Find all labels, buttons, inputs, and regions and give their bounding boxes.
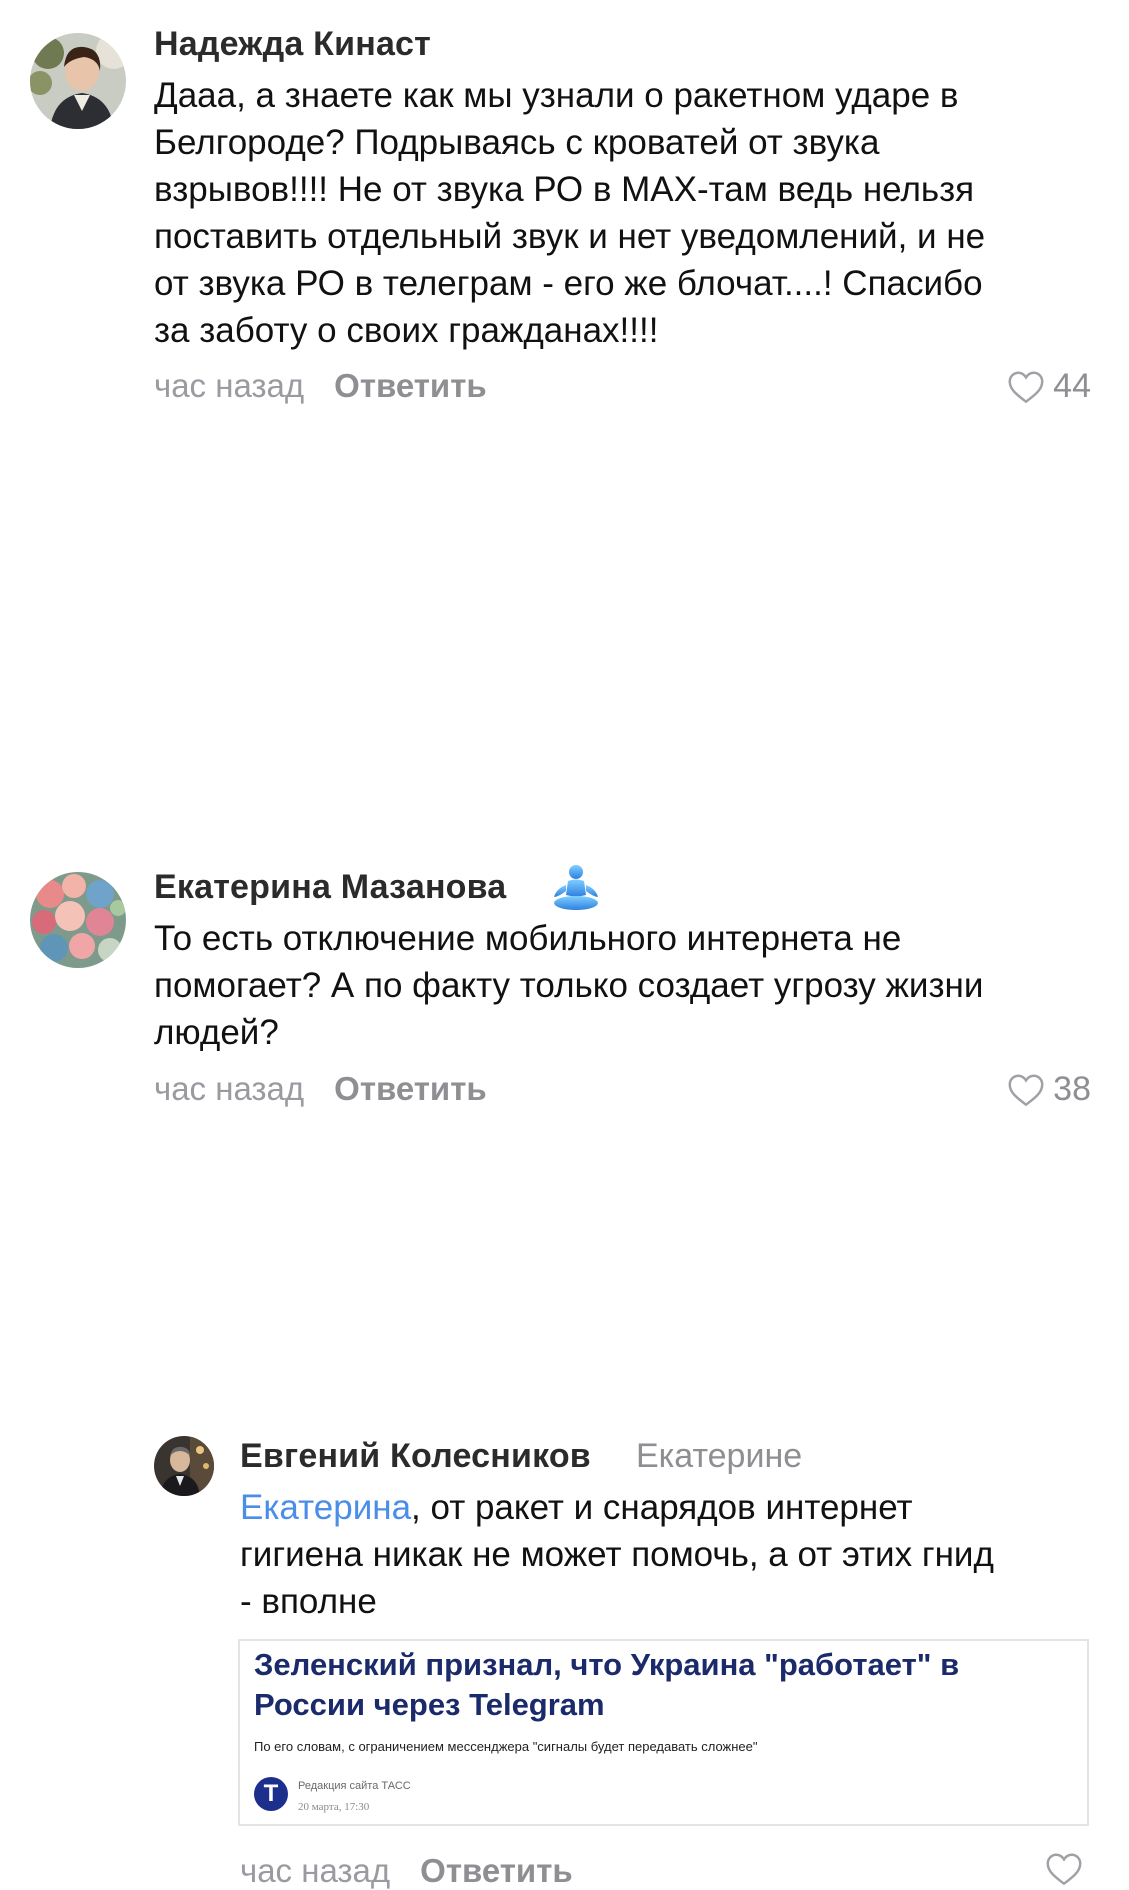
comment-text-line: Екатерина, от ракет и снарядов интернет [240, 1484, 1100, 1531]
avatar-photo-evgeniy [154, 1436, 214, 1496]
reply-button[interactable]: Ответить [334, 367, 487, 404]
comment-2: Екатерина Мазанова То есть отключение мо… [0, 420, 1129, 1108]
article-date: 20 марта, 17:30 [298, 1801, 370, 1813]
comment-meta: час назад Ответить [154, 367, 487, 405]
comment-text-line: - вполне [240, 1582, 377, 1621]
comment-text-line: Белгороде? Подрываясь с кроватей от звук… [154, 123, 880, 162]
comment-text: Екатерина, от ракет и снарядов интернет … [240, 1484, 1100, 1625]
like-button[interactable] [1045, 1852, 1091, 1886]
comment-3-reply: Евгений Колесников Екатерине Екатерина, … [0, 710, 1129, 1889]
comment-text-line: взрывов!!!! Не от звука РО в MAX-там вед… [154, 170, 975, 209]
timestamp: час назад [240, 1852, 391, 1889]
comment-meta: час назад Ответить [240, 1852, 573, 1890]
timestamp: час назад [154, 367, 305, 404]
mention-link[interactable]: Екатерина [240, 1488, 411, 1527]
comment-text-line: от звука РО в телеграм - его же блочат..… [154, 264, 983, 303]
heart-outline-icon [1046, 1853, 1082, 1886]
reply-button[interactable]: Ответить [420, 1852, 573, 1889]
like-count: 44 [1053, 367, 1091, 405]
avatar-photo-nadezhda [30, 33, 126, 129]
comment-text-line: гигиена никак не может помочь, а от этих… [240, 1535, 994, 1574]
author-name[interactable]: Евгений Колесников [240, 1437, 591, 1476]
comment-text-line: Дааа, а знаете как мы узнали о ракетном … [154, 76, 959, 115]
article-source: Редакция сайта ТАСС [298, 1780, 411, 1792]
author-name[interactable]: Надежда Кинаст [154, 25, 431, 64]
comment-text-line: за заботу о своих гражданах!!!! [154, 311, 659, 350]
comment-1: Надежда Кинаст Дааа, а знаете как мы узн… [0, 0, 1129, 420]
avatar[interactable] [154, 1436, 214, 1496]
article-subtitle: По его словам, с ограничением мессенджер… [254, 1739, 758, 1754]
comment-text-line: поставить отдельный звук и нет уведомлен… [154, 217, 986, 256]
comment-text-fragment: , от ракет и снарядов интернет [411, 1488, 913, 1527]
avatar[interactable] [30, 33, 126, 129]
attached-article-card[interactable]: Зеленский признал, что Украина "работает… [238, 1639, 1089, 1826]
like-button[interactable]: 44 [1007, 367, 1091, 406]
article-title: Зеленский признал, что Украина "работает… [254, 1647, 960, 1722]
comment-text: Дааа, а знаете как мы узнали о ракетном … [154, 72, 1114, 354]
tass-logo-icon: Т [254, 1777, 288, 1811]
reply-to-label[interactable]: Екатерине [636, 1437, 802, 1476]
heart-outline-icon [1008, 371, 1044, 403]
